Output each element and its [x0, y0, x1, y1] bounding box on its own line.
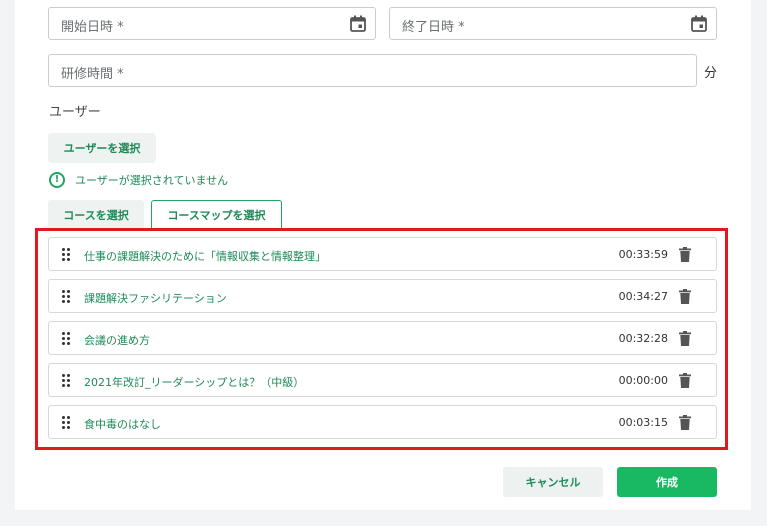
cancel-button[interactable]: キャンセル — [503, 467, 603, 497]
course-duration: 00:34:27 — [618, 290, 668, 303]
course-row[interactable]: 食中毒のはなし 00:03:15 — [48, 405, 717, 439]
course-list: 仕事の課題解決のために「情報収集と情報整理」 00:33:59 課題解決ファシリテー… — [48, 237, 717, 447]
drag-handle-icon[interactable] — [62, 290, 70, 303]
select-coursemap-button[interactable]: コースマップを選択 — [151, 200, 282, 229]
start-datetime-field[interactable]: 開始日時 * — [48, 7, 376, 40]
drag-handle-icon[interactable] — [62, 374, 70, 387]
course-duration: 00:00:00 — [618, 374, 668, 387]
course-row[interactable]: 仕事の課題解決のために「情報収集と情報整理」 00:33:59 — [48, 237, 717, 271]
calendar-icon[interactable] — [691, 15, 707, 32]
users-label: ユーザー — [49, 105, 101, 120]
course-duration: 00:03:15 — [618, 416, 668, 429]
trash-icon[interactable] — [679, 373, 691, 388]
duration-field[interactable]: 研修時間 * — [48, 54, 697, 87]
select-course-button[interactable]: コースを選択 — [48, 200, 144, 230]
end-datetime-placeholder: 終了日時 * — [402, 20, 465, 35]
end-datetime-field[interactable]: 終了日時 * — [389, 7, 717, 40]
course-title: 2021年改訂_リーダーシップとは？（中級） — [84, 376, 305, 389]
duration-placeholder: 研修時間 * — [61, 67, 124, 82]
trash-icon[interactable] — [679, 247, 691, 262]
course-duration: 00:33:59 — [618, 248, 668, 261]
course-row[interactable]: 会議の進め方 00:32:28 — [48, 321, 717, 355]
course-row[interactable]: 2021年改訂_リーダーシップとは？（中級） 00:00:00 — [48, 363, 717, 397]
create-button[interactable]: 作成 — [617, 467, 717, 497]
trash-icon[interactable] — [679, 289, 691, 304]
alert-circle-icon: ! — [49, 172, 65, 188]
course-title: 課題解決ファシリテーション — [84, 292, 227, 305]
course-title: 会議の進め方 — [84, 334, 150, 347]
no-users-warning-text: ユーザーが選択されていません — [75, 174, 229, 187]
course-title: 食中毒のはなし — [84, 418, 161, 431]
duration-unit: 分 — [704, 66, 718, 81]
drag-handle-icon[interactable] — [62, 332, 70, 345]
trash-icon[interactable] — [679, 415, 691, 430]
start-datetime-placeholder: 開始日時 * — [61, 20, 124, 35]
no-users-warning: ! ユーザーが選択されていません — [49, 172, 228, 188]
select-users-button[interactable]: ユーザーを選択 — [48, 133, 156, 163]
course-title: 仕事の課題解決のために「情報収集と情報整理」 — [84, 250, 326, 263]
course-duration: 00:32:28 — [618, 332, 668, 345]
course-row[interactable]: 課題解決ファシリテーション 00:34:27 — [48, 279, 717, 313]
drag-handle-icon[interactable] — [62, 248, 70, 261]
trash-icon[interactable] — [679, 331, 691, 346]
drag-handle-icon[interactable] — [62, 416, 70, 429]
calendar-icon[interactable] — [350, 15, 366, 32]
